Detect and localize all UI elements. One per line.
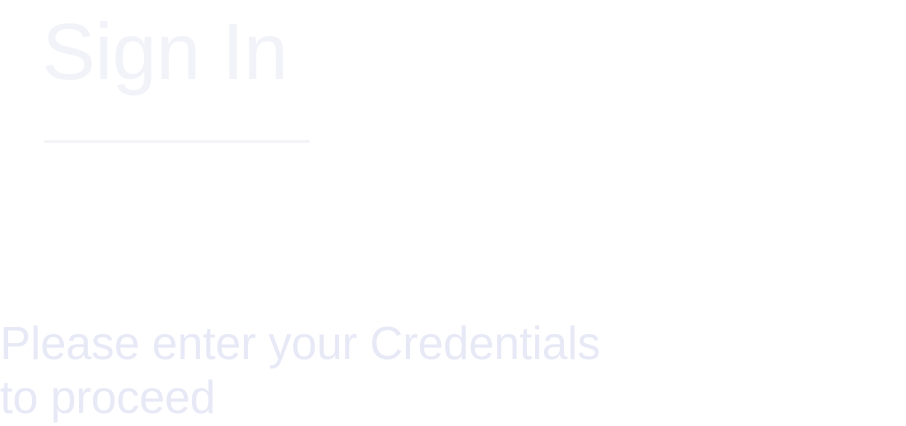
title-divider [44, 140, 310, 143]
page-title: Sign In [42, 7, 288, 96]
credentials-prompt-line-1: Please enter your Credentials [0, 317, 601, 369]
credentials-prompt: Please enter your Credentials to proceed [0, 316, 680, 424]
credentials-prompt-line-2: to proceed [0, 371, 216, 423]
